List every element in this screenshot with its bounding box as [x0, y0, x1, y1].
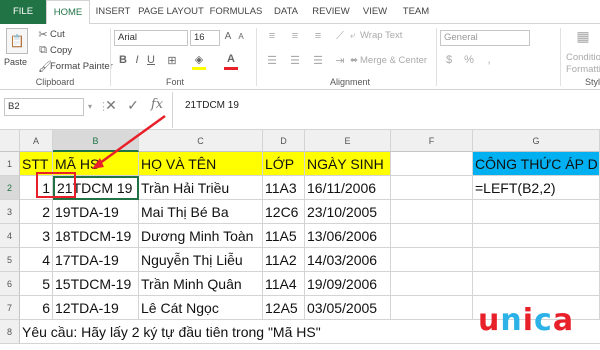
logo-n: n	[500, 303, 523, 338]
logo-i: i	[522, 303, 535, 338]
logo-a: a	[552, 303, 575, 338]
arrow-line	[99, 114, 166, 165]
logo-u: u	[478, 303, 501, 338]
annotation-arrow	[92, 114, 166, 169]
arrow-head	[92, 158, 104, 169]
logo-c: c	[534, 303, 553, 338]
unica-logo: unica	[478, 306, 574, 336]
